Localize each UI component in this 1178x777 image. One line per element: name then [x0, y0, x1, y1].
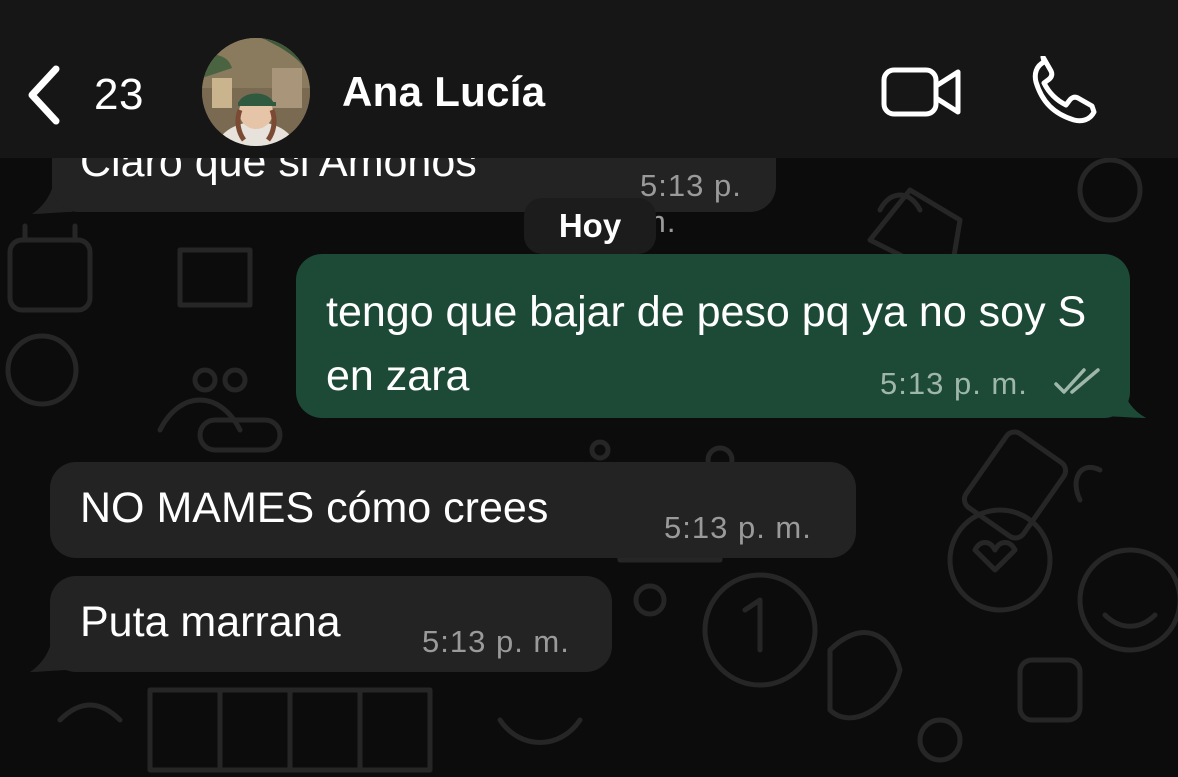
message-text: Puta marrana: [80, 598, 341, 646]
back-button[interactable]: 23: [22, 58, 162, 132]
chat-header: 23 Ana Lucía: [0, 0, 1178, 158]
video-camera-icon: [881, 67, 961, 117]
chat-screen: 23 Ana Lucía Claro que si Amonos 5:13 p.…: [0, 0, 1178, 777]
message-time: 5:13 p. m.: [880, 366, 1028, 401]
message-incoming[interactable]: Puta marrana 5:13 p. m.: [50, 576, 612, 672]
message-time: 5:13 p. m.: [422, 624, 570, 659]
date-separator: Hoy: [524, 198, 656, 254]
video-call-button[interactable]: [880, 60, 964, 124]
unread-count: 23: [94, 70, 144, 119]
message-incoming[interactable]: NO MAMES cómo crees 5:13 p. m.: [50, 462, 856, 558]
double-check-icon: [1054, 368, 1100, 394]
phone-icon: [1032, 56, 1097, 124]
message-time: 5:13 p. m.: [640, 168, 742, 239]
chevron-left-icon: [28, 65, 60, 125]
voice-call-button[interactable]: [1030, 56, 1100, 126]
message-outgoing[interactable]: tengo que bajar de peso pq ya no soy S e…: [296, 254, 1130, 418]
avatar-photo: [202, 38, 310, 146]
contact-name[interactable]: Ana Lucía: [342, 68, 545, 116]
avatar[interactable]: [202, 38, 310, 146]
message-text: NO MAMES cómo crees: [80, 484, 549, 532]
message-time: 5:13 p. m.: [664, 510, 812, 545]
